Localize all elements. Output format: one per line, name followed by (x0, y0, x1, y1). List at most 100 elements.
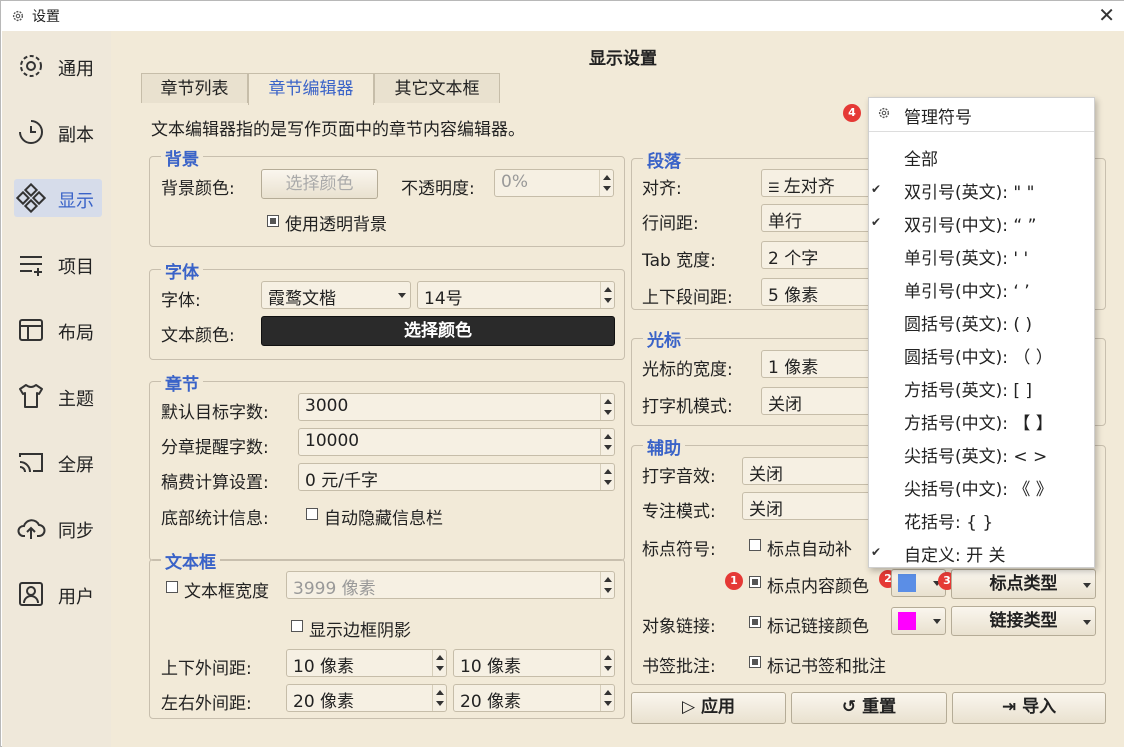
apply-button[interactable]: ▷ 应用 (631, 692, 786, 724)
sidebar-item-project[interactable]: 项目 (2, 241, 111, 287)
remind-words-spinner[interactable] (600, 429, 614, 455)
font-size-spinner[interactable] (600, 282, 614, 308)
menu-item-paren-zh[interactable]: 圆括号(中文): （ ） (904, 343, 1053, 368)
link-color-picker[interactable] (891, 607, 946, 635)
import-button[interactable]: ⇥ 导入 (952, 692, 1106, 724)
reset-button[interactable]: ↺ 重置 (791, 692, 947, 724)
typewriter-select[interactable]: 关闭 (761, 387, 881, 415)
tb-margin-spinner-2[interactable] (600, 650, 614, 676)
textbox-width-checkbox[interactable] (166, 581, 178, 593)
opacity-input[interactable]: 0% (494, 169, 614, 197)
close-icon[interactable]: ✕ (1098, 4, 1115, 26)
lr-margin-spinner-2[interactable] (600, 685, 614, 711)
lr-margin-label: 左右外间距: (161, 694, 252, 714)
sidebar-item-label: 同步 (58, 521, 94, 542)
punct-type-button[interactable]: 标点类型 (951, 569, 1096, 599)
reset-label: 重置 (862, 697, 897, 717)
tb-margin-value-1: 10 像素 (293, 657, 355, 677)
textbox-width-spinner[interactable] (600, 572, 614, 598)
sidebar-item-fullscreen[interactable]: 全屏 (2, 439, 111, 485)
lr-margin-input-2[interactable]: 20 像素 (453, 684, 615, 712)
sidebar-item-theme[interactable]: 主题 (2, 373, 111, 419)
align-label: 对齐: (642, 179, 682, 199)
font-family-select[interactable]: 霞鹜文楷 (261, 281, 411, 309)
sidebar-item-backup[interactable]: 副本 (2, 109, 111, 155)
cloud-upload-icon (17, 519, 46, 539)
title-bar: 设置 ✕ (1, 1, 1124, 31)
para-spacing-input[interactable]: 5 像素 (761, 278, 881, 306)
opacity-spinner[interactable] (599, 170, 613, 196)
punct-color-swatch (898, 574, 916, 592)
bookmark-mark-checkbox[interactable] (749, 656, 761, 668)
lr-margin-input-1[interactable]: 20 像素 (286, 684, 447, 712)
cursor-width-input[interactable]: 1 像素 (761, 350, 881, 378)
menu-item-brace[interactable]: 花括号: { } (904, 508, 993, 533)
lr-margin-spinner-1[interactable] (432, 685, 446, 711)
check-icon: ✔ (871, 182, 882, 196)
menu-item-bracket-zh[interactable]: 方括号(中文): 【 】 (904, 409, 1053, 434)
menu-item-double-quote-en[interactable]: 双引号(英文): " " (904, 178, 1034, 203)
sidebar-item-display[interactable]: 显示 (2, 175, 111, 221)
menu-item-double-quote-zh[interactable]: 双引号(中文): “ ” (904, 211, 1036, 236)
punct-autocomplete-label: 标点自动补 (767, 540, 852, 560)
sidebar-item-label: 布局 (58, 323, 94, 344)
target-words-spinner[interactable] (600, 394, 614, 420)
menu-item-custom[interactable]: 自定义: 开 关 (904, 541, 1006, 566)
text-select-color-button[interactable]: 选择颜色 (261, 316, 615, 346)
border-shadow-checkbox[interactable] (291, 620, 303, 632)
sidebar-item-user[interactable]: 用户 (2, 571, 111, 617)
textbox-group-title: 文本框 (161, 548, 220, 573)
bg-select-color-button[interactable]: 选择颜色 (261, 169, 378, 199)
menu-item-single-quote-en[interactable]: 单引号(英文): ' ' (904, 244, 1028, 269)
line-spacing-select[interactable]: 单行 (761, 204, 881, 232)
typing-sound-select[interactable]: 关闭 (742, 457, 882, 485)
punct-color-checkbox[interactable] (749, 576, 761, 588)
menu-item-angle-en[interactable]: 尖括号(英文): < > (904, 442, 1047, 467)
sidebar-item-label: 项目 (58, 257, 94, 278)
border-shadow-label: 显示边框阴影 (309, 621, 411, 641)
tshirt-icon (19, 384, 43, 408)
menu-item-angle-zh[interactable]: 尖括号(中文): 《 》 (904, 475, 1053, 500)
punct-color-label: 标点内容颜色 (767, 577, 869, 597)
target-words-input[interactable]: 3000 (298, 393, 615, 421)
textbox-width-label: 文本框宽度 (184, 582, 269, 602)
sidebar-item-sync[interactable]: 同步 (2, 505, 111, 551)
fee-input[interactable]: 0 元/千字 (298, 463, 615, 491)
menu-item-bracket-en[interactable]: 方括号(英文): [ ] (904, 376, 1032, 401)
tb-margin-input-1[interactable]: 10 像素 (286, 649, 447, 677)
annotation-badge-1: 1 (725, 572, 743, 590)
menu-manage-symbols[interactable]: 管理符号 (904, 103, 972, 128)
textbox-width-input[interactable]: 3999 像素 (286, 571, 615, 599)
import-icon: ⇥ (1001, 697, 1023, 717)
chevron-down-icon (398, 293, 406, 298)
tab-other-textbox[interactable]: 其它文本框 (374, 73, 500, 103)
sidebar-item-layout[interactable]: 布局 (2, 307, 111, 353)
tab-chapter-list[interactable]: 章节列表 (141, 73, 248, 103)
tab-chapter-editor[interactable]: 章节编辑器 (248, 73, 374, 105)
fee-spinner[interactable] (600, 464, 614, 490)
font-size-input[interactable]: 14号 (417, 281, 615, 309)
page-title: 显示设置 (589, 49, 657, 69)
sidebar-item-general[interactable]: 通用 (2, 43, 111, 89)
remind-words-input[interactable]: 10000 (298, 428, 615, 456)
focus-mode-select[interactable]: 关闭 (742, 492, 882, 520)
punct-autocomplete-checkbox[interactable] (749, 539, 761, 551)
tab-width-input[interactable]: 2 个字 (761, 241, 881, 269)
link-color-checkbox[interactable] (749, 616, 761, 628)
gear-icon (12, 10, 24, 22)
tab-width-label: Tab 宽度: (642, 251, 716, 271)
tb-margin-input-2[interactable]: 10 像素 (453, 649, 615, 677)
menu-item-single-quote-zh[interactable]: 单引号(中文): ‘ ’ (904, 277, 1030, 302)
transparent-bg-checkbox[interactable] (267, 215, 279, 227)
tb-margin-spinner-1[interactable] (432, 650, 446, 676)
text-color-label: 文本颜色: (161, 326, 235, 346)
link-type-button[interactable]: 链接类型 (951, 606, 1096, 636)
font-label: 字体: (161, 291, 201, 311)
align-select[interactable]: ☰ 左对齐 (761, 169, 881, 197)
paragraph-group-title: 段落 (643, 147, 685, 172)
autohide-infobar-checkbox[interactable] (306, 508, 318, 520)
menu-divider (869, 131, 1094, 132)
menu-item-paren-en[interactable]: 圆括号(英文): ( ) (904, 310, 1032, 335)
opacity-value: 0% (501, 172, 528, 192)
menu-item-all[interactable]: 全部 (904, 145, 938, 170)
